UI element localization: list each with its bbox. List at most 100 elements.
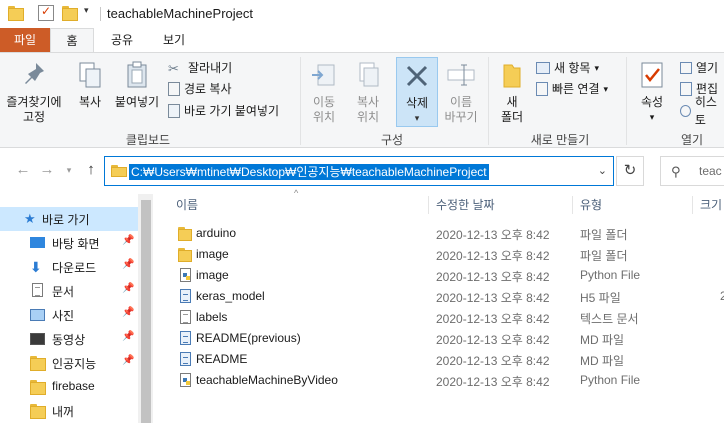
customize-toolbar-icon[interactable]: ▾ xyxy=(84,5,89,16)
rename-button[interactable]: 이름 바꾸기 xyxy=(442,59,480,125)
column-header-modified[interactable]: 수정한 날짜 xyxy=(436,194,495,216)
history-button[interactable]: 히스토 xyxy=(680,95,724,127)
sidebar-item-pictures[interactable]: 사진 📌 xyxy=(0,303,138,327)
paste-shortcut-button[interactable]: 바로 가기 붙여넣기 xyxy=(168,102,279,120)
sidebar-item-ai-folder[interactable]: 인공지능 📌 xyxy=(0,351,138,375)
file-modified: 2020-12-13 오후 8:42 xyxy=(436,228,550,242)
sidebar-item-mine[interactable]: 내꺼 xyxy=(0,399,138,423)
rename-label: 이름 바꾸기 xyxy=(444,95,478,124)
column-divider[interactable] xyxy=(428,196,429,214)
tab-view[interactable]: 보기 xyxy=(152,28,196,52)
file-type: Python File xyxy=(580,373,641,387)
address-bar[interactable]: C:₩Users₩mtinet₩Desktop₩인공지능₩teachableMa… xyxy=(104,156,614,186)
pin-icon[interactable]: 📌 xyxy=(122,355,134,366)
easy-access-button[interactable]: 빠른 연결 ▾ xyxy=(536,80,608,98)
new-folder-icon[interactable] xyxy=(62,5,78,21)
delete-x-icon xyxy=(401,60,433,92)
md-file-icon xyxy=(178,352,192,367)
properties-button[interactable]: 속성 ▾ xyxy=(632,59,672,125)
new-item-button[interactable]: 새 항목 ▾ xyxy=(536,59,599,77)
column-header-type[interactable]: 유형 xyxy=(580,194,602,216)
file-row[interactable]: labels 2020-12-13 오후 8:42 텍스트 문서 xyxy=(160,307,724,328)
file-row[interactable]: image 2020-12-13 오후 8:42 Python File xyxy=(160,265,724,286)
star-icon: ★ xyxy=(24,211,36,226)
file-type: MD 파일 xyxy=(580,354,625,368)
folder-icon xyxy=(30,379,46,395)
documents-icon xyxy=(30,283,46,299)
search-box[interactable]: ⚲ teac xyxy=(660,156,724,186)
open-icon xyxy=(680,62,692,74)
file-row[interactable]: README 2020-12-13 오후 8:42 MD 파일 xyxy=(160,349,724,370)
recent-locations-icon[interactable]: ▾ xyxy=(60,161,78,179)
column-divider[interactable] xyxy=(692,196,693,214)
column-header-size[interactable]: 크기 xyxy=(700,194,722,216)
pin-icon[interactable]: 📌 xyxy=(122,259,134,270)
tab-home[interactable]: 홈 xyxy=(50,28,94,52)
tab-file[interactable]: 파일 xyxy=(0,28,50,52)
delete-button[interactable]: 삭제 ▾ xyxy=(396,57,438,127)
sidebar-item-desktop[interactable]: 바탕 화면 📌 xyxy=(0,231,138,255)
column-divider[interactable] xyxy=(572,196,573,214)
sidebar-item-quick-access[interactable]: ★ 바로 가기 xyxy=(0,207,138,231)
file-name: README(previous) xyxy=(196,331,301,345)
file-row[interactable]: README(previous) 2020-12-13 오후 8:42 MD 파… xyxy=(160,328,724,349)
delete-label: 삭제 xyxy=(405,96,429,110)
file-type: Python File xyxy=(580,268,641,282)
python-file-icon xyxy=(178,373,192,388)
pin-icon[interactable]: 📌 xyxy=(122,307,134,318)
file-row[interactable]: teachableMachineByVideo 2020-12-13 오후 8:… xyxy=(160,370,724,391)
pin-label: 즐겨찾기에 고정 xyxy=(6,95,62,124)
pin-icon xyxy=(18,59,50,91)
properties-dropdown-icon[interactable]: ▾ xyxy=(632,110,672,125)
copy-button[interactable]: 복사 xyxy=(72,59,108,110)
sidebar-item-videos[interactable]: 동영상 📌 xyxy=(0,327,138,351)
new-folder-icon xyxy=(496,59,528,91)
forward-arrow-icon[interactable]: → xyxy=(38,161,56,179)
refresh-icon[interactable]: ↻ xyxy=(616,156,644,186)
sidebar-item-documents[interactable]: 문서 📌 xyxy=(0,279,138,303)
column-header-name[interactable]: 이름 xyxy=(176,194,198,216)
move-to-button[interactable]: 이동 위치 xyxy=(306,59,342,125)
new-folder-button[interactable]: 새 폴더 xyxy=(494,59,530,125)
file-name: image xyxy=(196,247,229,261)
sidebar-scrollbar-thumb[interactable] xyxy=(141,200,151,423)
file-modified: 2020-12-13 오후 8:42 xyxy=(436,249,550,263)
file-row[interactable]: keras_model 2020-12-13 오후 8:42 H5 파일 2 xyxy=(160,286,724,307)
paste-button[interactable]: 붙여넣기 xyxy=(112,59,162,110)
cut-button[interactable]: ✂ 잘라내기 xyxy=(168,59,232,77)
tab-share[interactable]: 공유 xyxy=(100,28,144,52)
pin-to-quick-access-button[interactable]: 즐겨찾기에 고정 xyxy=(4,59,64,125)
copy-path-button[interactable]: 경로 복사 xyxy=(168,80,232,98)
file-row[interactable]: image 2020-12-13 오후 8:42 파일 폴더 xyxy=(160,244,724,265)
back-arrow-icon[interactable]: ← xyxy=(14,161,32,179)
ribbon-tabs: 파일 홈 공유 보기 xyxy=(0,28,724,52)
copy-icon xyxy=(74,59,106,91)
pin-icon[interactable]: 📌 xyxy=(122,283,134,294)
folder-icon[interactable] xyxy=(8,5,24,21)
chevron-down-icon[interactable]: ⌄ xyxy=(598,164,607,177)
open-button[interactable]: 열기 xyxy=(680,59,718,77)
file-type: MD 파일 xyxy=(580,333,625,347)
new-item-dropdown-icon: ▾ xyxy=(594,63,599,73)
copy-to-button[interactable]: 복사 위치 xyxy=(350,59,386,125)
file-row[interactable]: arduino 2020-12-13 오후 8:42 파일 폴더 xyxy=(160,223,724,244)
sidebar-item-downloads[interactable]: ⬇ 다운로드 📌 xyxy=(0,255,138,279)
pin-icon[interactable]: 📌 xyxy=(122,331,134,342)
properties-check-icon[interactable]: ✓ xyxy=(38,4,54,21)
file-modified: 2020-12-13 오후 8:42 xyxy=(436,270,550,284)
up-arrow-icon[interactable]: ↑ xyxy=(82,161,100,179)
sidebar-item-firebase[interactable]: firebase xyxy=(0,375,138,399)
history-icon xyxy=(680,105,691,117)
properties-label: 속성 xyxy=(640,95,664,109)
history-label: 히스토 xyxy=(694,95,717,127)
folder-icon xyxy=(178,247,192,262)
file-name: arduino xyxy=(196,226,237,240)
new-folder-label: 새 폴더 xyxy=(500,95,524,124)
properties-icon xyxy=(636,59,668,91)
address-path[interactable]: C:₩Users₩mtinet₩Desktop₩인공지능₩teachableMa… xyxy=(129,164,489,180)
search-input[interactable]: teac xyxy=(699,164,722,178)
pin-icon[interactable]: 📌 xyxy=(122,235,134,246)
folder-icon xyxy=(30,355,46,371)
delete-dropdown-icon[interactable]: ▾ xyxy=(397,111,437,126)
file-modified: 2020-12-13 오후 8:42 xyxy=(436,291,550,305)
